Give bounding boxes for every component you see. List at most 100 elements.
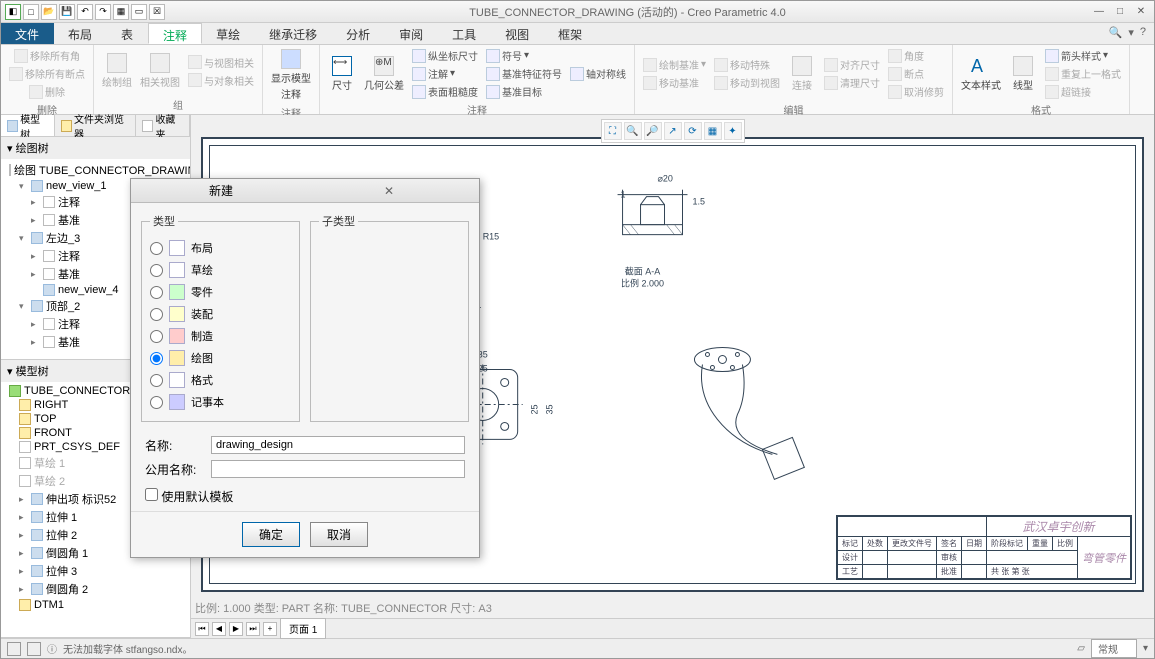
app-menu-icon[interactable]: ◧ xyxy=(5,4,21,20)
note-button[interactable]: 注解▾ xyxy=(410,65,480,82)
layers-icon[interactable]: ✦ xyxy=(724,122,742,140)
subtype-legend: 子类型 xyxy=(319,213,358,229)
default-template-checkbox[interactable]: 使用默认模板 xyxy=(145,490,233,504)
repeat-fmt-button[interactable]: 重复上一格式 xyxy=(1043,65,1123,82)
geo-tol-button[interactable]: ⊕M几何公差 xyxy=(362,54,406,94)
new-icon[interactable]: □ xyxy=(23,4,39,20)
display-icon[interactable]: ▦ xyxy=(704,122,722,140)
common-name-input[interactable] xyxy=(211,460,465,478)
close-win-icon[interactable]: ☒ xyxy=(149,4,165,20)
cancel-trim-button[interactable]: 取消修剪 xyxy=(886,83,946,100)
type-sketch[interactable]: 草绘 xyxy=(150,259,291,281)
show-model-button[interactable]: 显示模型注释 xyxy=(269,47,313,103)
line-style-button[interactable]: 线型 xyxy=(1007,54,1039,94)
delete-button[interactable]: 删除 xyxy=(27,83,67,100)
prev-sheet-icon[interactable]: ◀ xyxy=(212,622,226,636)
filter-combo[interactable]: 常规 xyxy=(1091,639,1137,658)
pair-related-button[interactable]: 与对象相关 xyxy=(186,72,256,89)
tab-file[interactable]: 文件 xyxy=(1,23,54,44)
tree-item[interactable]: DTM1 xyxy=(5,598,186,612)
move-datum-button[interactable]: 移动基准 xyxy=(641,74,708,91)
search-icon[interactable]: 🔍 xyxy=(1109,26,1123,41)
attach-button[interactable]: 连接 xyxy=(786,54,818,94)
type-format[interactable]: 格式 xyxy=(150,369,291,391)
tab-review[interactable]: 审阅 xyxy=(385,23,438,44)
move-special-button[interactable]: 移动特殊 xyxy=(712,56,782,73)
close-icon[interactable]: ✕ xyxy=(1132,5,1150,19)
coord-dim-button[interactable]: 纵坐标尺寸 xyxy=(410,47,480,64)
settings-icon[interactable]: ▾ xyxy=(1128,26,1134,41)
tree-root[interactable]: 绘图 TUBE_CONNECTOR_DRAWING.DRW 的 xyxy=(5,161,186,179)
axis-icon[interactable] xyxy=(27,642,41,656)
type-drawing[interactable]: 绘图 xyxy=(150,347,291,369)
tab-analysis[interactable]: 分析 xyxy=(332,23,385,44)
plane-icon[interactable] xyxy=(7,642,21,656)
tab-inherit[interactable]: 继承迁移 xyxy=(255,23,332,44)
related-view-button[interactable]: 相关视图 xyxy=(138,51,182,91)
last-sheet-icon[interactable]: ⏭ xyxy=(246,622,260,636)
break-button[interactable]: 断点 xyxy=(886,65,946,82)
zoom-fit-icon[interactable]: ⛶ xyxy=(604,122,622,140)
datum-sym-button[interactable]: 基准特征符号 xyxy=(484,65,564,82)
axis-sym-button[interactable]: 轴对称线 xyxy=(568,65,628,82)
zoom-out-icon[interactable]: 🔎 xyxy=(644,122,662,140)
next-sheet-icon[interactable]: ▶ xyxy=(229,622,243,636)
datum-target-button[interactable]: 基准目标 xyxy=(484,83,564,100)
tab-table[interactable]: 表 xyxy=(107,23,148,44)
tab-layout[interactable]: 布局 xyxy=(54,23,107,44)
sb-tab-model[interactable]: 模型树 xyxy=(1,115,55,136)
sb-tab-folder[interactable]: 文件夹浏览器 xyxy=(55,115,137,136)
sheet-tab-1[interactable]: 页面 1 xyxy=(280,618,326,639)
tab-view[interactable]: 视图 xyxy=(491,23,544,44)
move-to-view-button[interactable]: 移动到视图 xyxy=(712,74,782,91)
cancel-button[interactable]: 取消 xyxy=(310,522,368,547)
tree-item[interactable]: ▸倒圆角 2 xyxy=(5,580,186,598)
tab-sketch[interactable]: 草绘 xyxy=(202,23,255,44)
help-icon[interactable]: ? xyxy=(1140,26,1146,41)
tab-annotate[interactable]: 注释 xyxy=(148,23,202,44)
tab-frame[interactable]: 框架 xyxy=(544,23,597,44)
dialog-titlebar[interactable]: 新建 ✕ xyxy=(131,179,479,203)
undo-icon[interactable]: ↶ xyxy=(77,4,93,20)
regen-icon[interactable]: ▦ xyxy=(113,4,129,20)
sb-tab-fav[interactable]: 收藏夹 xyxy=(136,115,190,136)
dimension-button[interactable]: ⟷尺寸 xyxy=(326,54,358,94)
maximize-icon[interactable]: □ xyxy=(1111,5,1129,19)
pan-icon[interactable]: ↗ xyxy=(664,122,682,140)
type-notebook[interactable]: 记事本 xyxy=(150,391,291,413)
view-related-button[interactable]: 与视图相关 xyxy=(186,54,256,71)
surf-rough-button[interactable]: 表面粗糙度 xyxy=(410,83,480,100)
cleanup-button[interactable]: 清理尺寸 xyxy=(822,74,882,91)
minimize-icon[interactable]: — xyxy=(1090,5,1108,19)
add-sheet-icon[interactable]: + xyxy=(263,622,277,636)
text-style-button[interactable]: A文本样式 xyxy=(959,54,1003,94)
symbol-button[interactable]: 符号▾ xyxy=(484,47,564,64)
open-icon[interactable]: 📂 xyxy=(41,4,57,20)
zoom-in-icon[interactable]: 🔍 xyxy=(624,122,642,140)
draw-datum-button[interactable]: 绘制基准▾ xyxy=(641,56,708,73)
arrow-style-button[interactable]: 箭头样式▾ xyxy=(1043,47,1123,64)
remove-break-button[interactable]: 移除所有断点 xyxy=(7,65,87,82)
windows-icon[interactable]: ▭ xyxy=(131,4,147,20)
drawing-tree-header[interactable]: ▾ 绘图树 xyxy=(1,137,190,159)
dialog-close-icon[interactable]: ✕ xyxy=(305,184,473,198)
type-layout[interactable]: 布局 xyxy=(150,237,291,259)
angle-button[interactable]: 角度 xyxy=(886,47,946,64)
redo-icon[interactable]: ↷ xyxy=(95,4,111,20)
type-part[interactable]: 零件 xyxy=(150,281,291,303)
hyperlink-button[interactable]: 超链接 xyxy=(1043,83,1123,100)
rotate-icon[interactable]: ⟳ xyxy=(684,122,702,140)
tree-item[interactable]: ▸拉伸 3 xyxy=(5,562,186,580)
type-assembly[interactable]: 装配 xyxy=(150,303,291,325)
type-mfg[interactable]: 制造 xyxy=(150,325,291,347)
draw-group-button[interactable]: 绘制组 xyxy=(100,51,134,91)
ok-button[interactable]: 确定 xyxy=(242,522,300,547)
name-input[interactable] xyxy=(211,436,465,454)
quick-access-toolbar: ◧ □ 📂 💾 ↶ ↷ ▦ ▭ ☒ xyxy=(5,4,165,20)
clip-button[interactable]: 对齐尺寸 xyxy=(822,56,882,73)
tab-tools[interactable]: 工具 xyxy=(438,23,491,44)
remove-corner-button[interactable]: 移除所有角 xyxy=(12,47,82,64)
first-sheet-icon[interactable]: ⏮ xyxy=(195,622,209,636)
save-icon[interactable]: 💾 xyxy=(59,4,75,20)
geom-icon[interactable]: ▱ xyxy=(1077,643,1085,654)
